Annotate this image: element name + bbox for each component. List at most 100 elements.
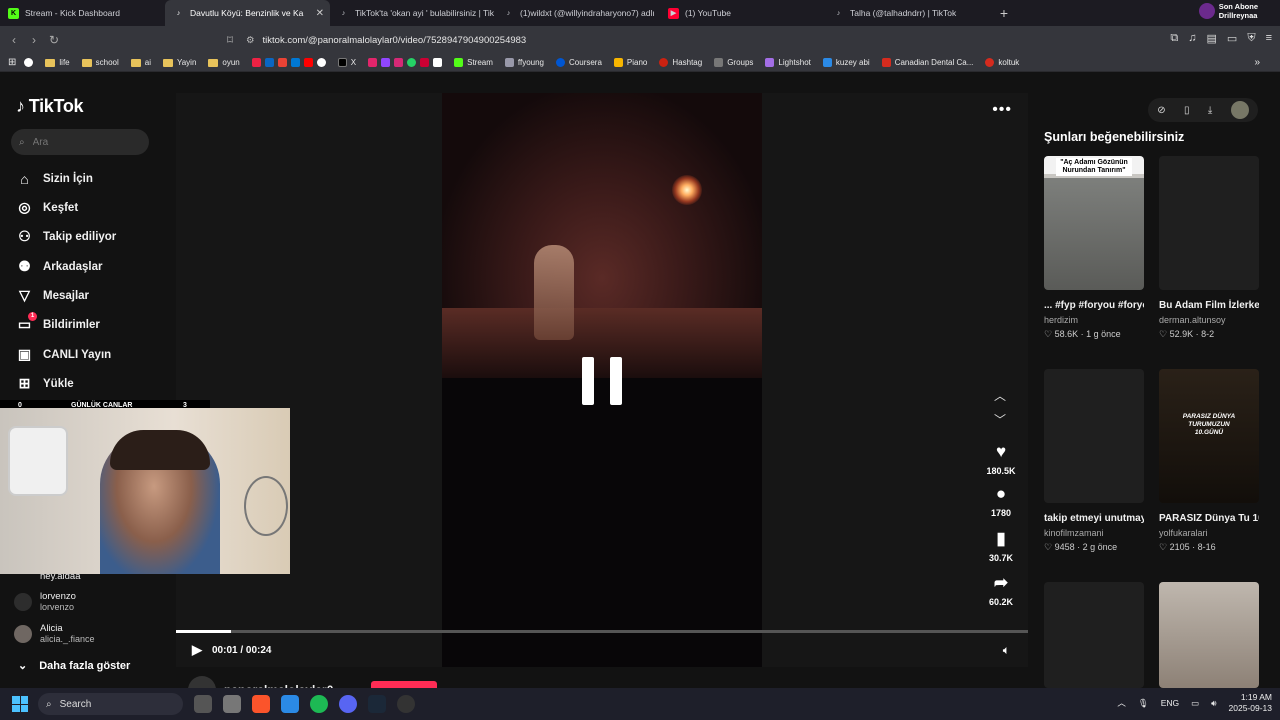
extensions-icon[interactable]: ⧉ [1170, 32, 1178, 45]
bookmark-x[interactable]: X [334, 58, 360, 67]
nav-notifications[interactable]: ▭ 1 Bildirimler [16, 312, 100, 333]
bookmark-folder[interactable]: oyun [204, 58, 243, 67]
bookmark-shortcuts[interactable] [248, 58, 330, 67]
following-account[interactable]: Alicia alicia._.fiance [14, 623, 95, 645]
back-icon[interactable]: ‹ [4, 33, 24, 47]
bookmark-stream[interactable]: Stream [450, 58, 497, 67]
taskbar-search[interactable]: ⌕ Search [38, 693, 183, 715]
bookmark-groups[interactable]: Groups [710, 58, 757, 67]
coin-icon[interactable]: ⊘ [1157, 105, 1165, 116]
network-icon[interactable]: ▭ [1191, 698, 1199, 709]
play-icon[interactable]: ▶ [192, 642, 202, 658]
pause-icon[interactable] [582, 357, 622, 405]
bookmark-coursera[interactable]: Coursera [552, 58, 606, 67]
taskbar-search-label: Search [59, 698, 92, 710]
forward-icon[interactable]: › [24, 33, 44, 47]
address-bar[interactable]: ⚙ tiktok.com/@panoralmalolaylar0/video/7… [246, 29, 966, 51]
store-icon[interactable] [281, 695, 299, 713]
download-icon[interactable]: ⤓ [1208, 105, 1212, 116]
card-title: takip etmeyi unutmayın 🗡 💫... [1044, 513, 1144, 524]
steam-icon[interactable] [368, 695, 386, 713]
following-account[interactable]: lorvenzo lorvenzo [14, 591, 76, 613]
nav-for-you[interactable]: ⌂ Sizin İçin [16, 170, 93, 187]
bookmark-folder[interactable]: school [78, 58, 123, 67]
video-player[interactable]: ••• ︿ ﹀ ♥ 180.5K ● 1780 ▮ 30.7K ➦ 60.2K … [176, 93, 1028, 667]
nav-live[interactable]: ▣ CANLI Yayın [16, 346, 111, 363]
search-box[interactable]: ⌕ [11, 129, 149, 155]
bookmark-shortcuts-2[interactable] [364, 58, 446, 67]
tab-tiktok-davutlu[interactable]: ♪ Davutlu Köyü: Benzinlik ve Ka ✕ [165, 0, 330, 26]
volume-icon[interactable]: 🔈︎ [1003, 643, 1010, 658]
bookmark-piano[interactable]: Piano [610, 58, 651, 67]
linkedin-icon [264, 58, 274, 67]
tab-tiktok-wildxt[interactable]: ♪ (1)wildxt (@willyindraharyono7) adlı [495, 0, 660, 26]
search-input[interactable] [32, 136, 133, 148]
chevron-up-icon[interactable]: ︿ [1117, 697, 1126, 709]
progress-bar[interactable] [176, 630, 1028, 633]
card-meta: ♡ 58.6K · 1 g önce [1044, 329, 1121, 339]
groups-icon [714, 58, 724, 67]
obs-icon[interactable] [397, 695, 415, 713]
site-info-icon[interactable]: ⚙ [246, 35, 255, 46]
bookmark-folder[interactable]: ai [127, 58, 155, 67]
avatar [14, 625, 32, 643]
mic-icon[interactable]: 🎙︎ [1138, 698, 1149, 709]
close-tab-icon[interactable]: ✕ [316, 8, 324, 19]
bookmark-lightshot[interactable]: Lightshot [761, 58, 814, 67]
comment-button[interactable]: ● 1780 [976, 484, 1026, 518]
recommended-video-card[interactable]: takip etmeyi unutmayın 🗡 💫... kinofilmza… [1044, 369, 1144, 553]
recommended-video-card[interactable] [1044, 582, 1144, 688]
show-more-button[interactable]: ⌄ Daha fazla göster [18, 659, 130, 673]
windows-start-icon[interactable] [12, 696, 28, 712]
discord-icon[interactable] [339, 695, 357, 713]
spotify-icon[interactable] [310, 695, 328, 713]
tab-youtube[interactable]: ▶ (1) YouTube [660, 0, 825, 26]
file-explorer-icon[interactable] [223, 695, 241, 713]
bookmark-canadian-dental[interactable]: Canadian Dental Ca... [878, 58, 978, 67]
tab-tiktok-talha[interactable]: ♪ Talha (@talhadndrr) | TikTok [825, 0, 990, 26]
recommended-video-card[interactable] [1159, 582, 1259, 688]
bookmark-kuzey[interactable]: kuzey abi [819, 58, 874, 67]
nav-upload[interactable]: ⊞ Yükle [16, 375, 74, 392]
bookmark-folder[interactable]: Yayin [159, 58, 200, 67]
nav-messages[interactable]: ▽ Mesajlar [16, 287, 89, 304]
profile-avatar[interactable] [1230, 101, 1249, 119]
task-view-icon[interactable] [194, 695, 212, 713]
share-button[interactable]: ➦ 60.2K [976, 573, 1026, 607]
bookmark-folder[interactable]: life [41, 58, 73, 67]
bookmark-google[interactable] [20, 58, 37, 67]
reload-icon[interactable]: ↻ [44, 33, 64, 47]
nav-friends[interactable]: ⚉ Arkadaşlar [16, 258, 102, 275]
phone-icon[interactable]: ▯ [1184, 105, 1190, 116]
tab-tiktok-okan[interactable]: ♪ TikTok'ta 'okan ayi ' bulabilirsiniz |… [330, 0, 495, 26]
recommended-video-card[interactable]: "Aç Adamı Gözünün Nurundan Tanırım" ... … [1044, 156, 1144, 340]
bookmark-icon[interactable]: ⌑ [220, 33, 240, 47]
heart-icon: ♡ [1159, 329, 1168, 339]
chevron-up-icon[interactable]: ︿ [994, 387, 1006, 404]
menu-icon[interactable]: ≡ [1266, 32, 1272, 45]
sidebar-icon[interactable]: ▤ [1207, 32, 1217, 45]
wallet-icon[interactable]: ▭ [1227, 32, 1237, 45]
recommended-video-card[interactable]: Bu Adam Film İzlerken Ekranda... derman.… [1159, 156, 1259, 340]
recommended-video-card[interactable]: PARASIZ DÜNYA TURUMUZUN 10.GÜNÜ PARASIZ … [1159, 369, 1259, 553]
nav-explore[interactable]: ◎ Keşfet [16, 199, 78, 216]
bookmark-ffyoung[interactable]: ffyoung [501, 58, 548, 67]
like-button[interactable]: ♥ 180.5K [976, 442, 1026, 476]
brave-icon[interactable] [252, 695, 270, 713]
bookmark-koltuk[interactable]: koltuk [981, 58, 1023, 67]
more-bookmarks-icon[interactable]: » [1254, 57, 1260, 68]
save-button[interactable]: ▮ 30.7K [976, 529, 1026, 563]
clock[interactable]: 1:19 AM 2025-09-13 [1229, 692, 1272, 714]
language-indicator[interactable]: ENG [1161, 698, 1179, 708]
more-options-icon[interactable]: ••• [992, 101, 1012, 119]
apps-grid-icon[interactable]: ⊞ [8, 57, 16, 68]
tiktok-logo[interactable]: ♪ TikTok [16, 96, 84, 117]
shield-icon[interactable]: ⛨ [1247, 32, 1255, 45]
volume-icon[interactable]: 🔊︎ [1211, 698, 1216, 709]
bookmark-hashtag[interactable]: Hashtag [655, 58, 706, 67]
music-icon[interactable]: ♫ [1188, 32, 1196, 45]
chevron-down-icon[interactable]: ﹀ [994, 411, 1006, 428]
new-tab-button[interactable]: + [994, 5, 1014, 21]
nav-following[interactable]: ⚇ Takip ediliyor [16, 228, 116, 245]
tab-kick-dashboard[interactable]: K Stream - Kick Dashboard [0, 0, 165, 26]
